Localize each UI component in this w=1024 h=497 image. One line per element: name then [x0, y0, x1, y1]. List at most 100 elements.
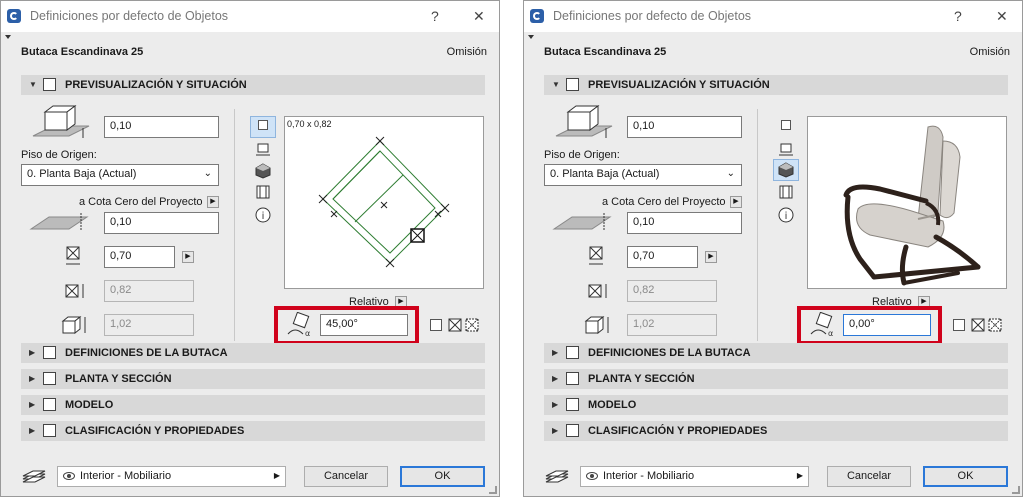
- object-defaults-dialog-right: Definiciones por defecto de Objetos ? ✕ …: [523, 0, 1023, 497]
- story-value: 0. Planta Baja (Actual): [27, 168, 137, 180]
- length-icon: [65, 284, 84, 298]
- section-classification[interactable]: ▶ CLASIFICACIÓN Y PROPIEDADES: [544, 421, 1008, 441]
- layer-select[interactable]: Interior - Mobiliario ▶: [580, 466, 809, 487]
- section-chair-settings[interactable]: ▶ DEFINICIONES DE LA BUTACA: [21, 343, 485, 363]
- layer-select[interactable]: Interior - Mobiliario ▶: [57, 466, 286, 487]
- pin-icon: [5, 35, 11, 39]
- object-defaults-dialog-left: Definiciones por defecto de Objetos ? ✕ …: [0, 0, 500, 497]
- elevation-reference-popup-button[interactable]: ▶: [730, 196, 742, 208]
- section-view-icon[interactable]: [778, 141, 794, 157]
- elevation-reference-label: a Cota Cero del Proyecto: [79, 196, 203, 208]
- 3d-view-icon[interactable]: [255, 163, 271, 179]
- info-icon[interactable]: i: [778, 207, 794, 223]
- layer-stack-icon: [545, 470, 569, 483]
- section-preview-positioning[interactable]: ▼ PREVISUALIZACIÓN Y SITUACIÓN: [544, 75, 1008, 95]
- model-icon: [566, 398, 579, 411]
- width-options-button[interactable]: ▶: [705, 251, 717, 263]
- 3d-view-icon[interactable]: [778, 162, 794, 178]
- plan-view-icon[interactable]: [258, 120, 268, 130]
- help-button[interactable]: ?: [431, 8, 439, 24]
- title-bar: Definiciones por defecto de Objetos ? ✕: [524, 1, 1022, 32]
- plan-view-icon[interactable]: [781, 120, 791, 130]
- ok-button[interactable]: OK: [923, 466, 1008, 487]
- resize-grip-icon[interactable]: [1012, 486, 1020, 494]
- elevation-plane-icon: [552, 213, 612, 231]
- plan-section-icon: [43, 372, 56, 385]
- section-label: DEFINICIONES DE LA BUTACA: [588, 347, 751, 359]
- chair-settings-icon: [566, 346, 579, 359]
- elevation-view-icon[interactable]: [778, 184, 794, 200]
- classification-icon: [43, 424, 56, 437]
- section-label: MODELO: [65, 399, 114, 411]
- elevation-input[interactable]: 0,10: [627, 212, 742, 234]
- section-label: PLANTA Y SECCIÓN: [588, 373, 695, 385]
- width-options-button[interactable]: ▶: [182, 251, 194, 263]
- width-input[interactable]: 0,70: [104, 246, 175, 268]
- column-separator: [757, 109, 758, 341]
- preview-section-icon: [43, 78, 56, 91]
- width-input[interactable]: 0,70: [627, 246, 698, 268]
- height-input[interactable]: 0,10: [627, 116, 742, 138]
- mirror-off-checkbox[interactable]: [430, 319, 442, 331]
- title-bar: Definiciones por defecto de Objetos ? ✕: [1, 1, 499, 32]
- close-button[interactable]: ✕: [473, 8, 485, 25]
- section-label: PLANTA Y SECCIÓN: [65, 373, 172, 385]
- elevation-reference-popup-button[interactable]: ▶: [207, 196, 219, 208]
- svg-text:α: α: [828, 329, 833, 338]
- length-input: 0,82: [627, 280, 717, 302]
- cancel-button[interactable]: Cancelar: [827, 466, 911, 487]
- height-input[interactable]: 0,10: [104, 116, 219, 138]
- layer-value: Interior - Mobiliario: [80, 470, 172, 482]
- section-label: CLASIFICACIÓN Y PROPIEDADES: [588, 425, 768, 437]
- object-name: Butaca Escandinava 25: [544, 46, 667, 58]
- story-label: Piso de Origen:: [544, 149, 620, 161]
- mirror-dashed-icon[interactable]: [988, 318, 1002, 332]
- resize-grip-icon[interactable]: [489, 486, 497, 494]
- object-height-icon: [32, 105, 90, 138]
- chevron-down-icon: ⌄: [203, 168, 212, 179]
- section-chair-settings[interactable]: ▶ DEFINICIONES DE LA BUTACA: [544, 343, 1008, 363]
- eye-icon: [586, 472, 598, 480]
- length-icon: [588, 284, 607, 298]
- 3d-preview-window: [807, 116, 1007, 289]
- section-plan-section[interactable]: ▶ PLANTA Y SECCIÓN: [544, 369, 1008, 389]
- default-label: Omisión: [446, 46, 487, 58]
- cancel-button[interactable]: Cancelar: [304, 466, 388, 487]
- pin-icon: [528, 35, 534, 39]
- 3d-height-input: 1,02: [104, 314, 194, 336]
- ok-button[interactable]: OK: [400, 466, 485, 487]
- section-plan-section[interactable]: ▶ PLANTA Y SECCIÓN: [21, 369, 485, 389]
- collapse-arrow-icon: ▼: [552, 80, 560, 89]
- mirror-off-checkbox[interactable]: [953, 319, 965, 331]
- section-label: PREVISUALIZACIÓN Y SITUACIÓN: [588, 79, 770, 91]
- section-label: CLASIFICACIÓN Y PROPIEDADES: [65, 425, 245, 437]
- story-select[interactable]: 0. Planta Baja (Actual) ⌄: [544, 164, 742, 186]
- section-preview-positioning[interactable]: ▼ PREVISUALIZACIÓN Y SITUACIÓN: [21, 75, 485, 95]
- info-icon[interactable]: i: [255, 207, 271, 223]
- expand-arrow-icon: ▶: [552, 374, 559, 383]
- layer-value: Interior - Mobiliario: [603, 470, 695, 482]
- armchair-3d-preview: [843, 125, 981, 286]
- section-view-icon[interactable]: [255, 141, 271, 157]
- mirror-dashed-icon[interactable]: [465, 318, 479, 332]
- dialog-title: Definiciones por defecto de Objetos: [30, 9, 229, 23]
- close-button[interactable]: ✕: [996, 8, 1008, 25]
- story-select[interactable]: 0. Planta Baja (Actual) ⌄: [21, 164, 219, 186]
- section-label: MODELO: [588, 399, 637, 411]
- svg-text:i: i: [262, 211, 265, 222]
- help-button[interactable]: ?: [954, 8, 962, 24]
- default-label: Omisión: [969, 46, 1010, 58]
- mirror-x-icon[interactable]: [971, 318, 985, 332]
- section-classification[interactable]: ▶ CLASIFICACIÓN Y PROPIEDADES: [21, 421, 485, 441]
- rotation-angle-input[interactable]: 45,00°: [320, 314, 408, 336]
- model-icon: [43, 398, 56, 411]
- classification-icon: [566, 424, 579, 437]
- rotation-angle-input[interactable]: 0,00°: [843, 314, 931, 336]
- section-model[interactable]: ▶ MODELO: [21, 395, 485, 415]
- rotation-angle-icon: α: [810, 312, 833, 338]
- mirror-x-icon[interactable]: [448, 318, 462, 332]
- elevation-input[interactable]: 0,10: [104, 212, 219, 234]
- chevron-right-icon: ▶: [273, 471, 280, 480]
- section-model[interactable]: ▶ MODELO: [544, 395, 1008, 415]
- elevation-view-icon[interactable]: [255, 184, 271, 200]
